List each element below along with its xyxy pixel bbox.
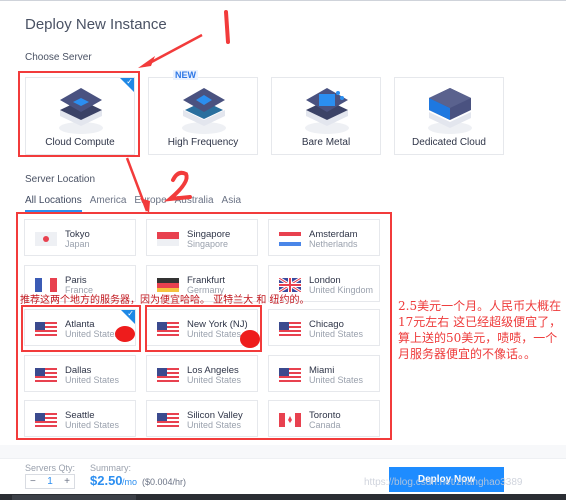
recommendation-note: 推荐这两个地方的服务器，因为便宜哈哈。 亚特兰大 和 纽约的。 [20, 295, 310, 306]
annotation-arrowhead-1 [138, 56, 155, 68]
annotation-dot-new-york [240, 330, 260, 348]
annotation-dot-atlanta [115, 326, 135, 342]
annotation-arrows [115, 10, 260, 348]
annotation-mark-1 [224, 10, 230, 44]
annotation-mark-2 [163, 170, 192, 202]
annotation-arrowhead-2 [140, 198, 150, 214]
price-side-note: 2.5美元一个月。人民币大概在17元左右 这已经超级便宜了，算上送的50美元，啧… [398, 299, 562, 361]
